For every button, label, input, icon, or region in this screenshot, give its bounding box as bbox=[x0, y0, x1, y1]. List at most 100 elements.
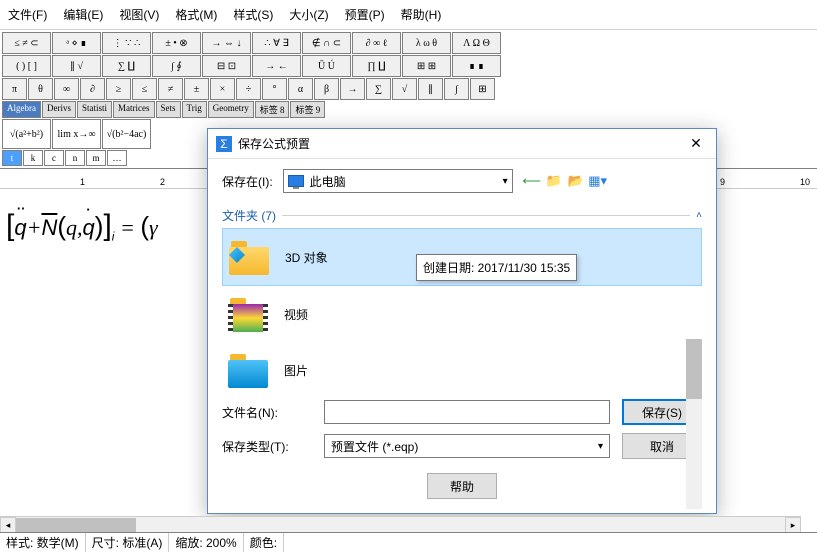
menu-edit[interactable]: 编辑(E) bbox=[55, 4, 111, 25]
sym-frac[interactable]: ∥ bbox=[418, 78, 443, 100]
new-folder-icon[interactable]: 📂 bbox=[567, 172, 585, 190]
menu-help[interactable]: 帮助(H) bbox=[393, 4, 450, 25]
palette-fractions[interactable]: ∥ √ bbox=[52, 55, 101, 77]
palette-row-3: π θ ∞ ∂ ≥ ≤ ≠ ± × ÷ ° α β → ∑ √ ∥ ∫ ⊞ bbox=[2, 78, 815, 100]
menu-view[interactable]: 视图(V) bbox=[111, 4, 167, 25]
tab-trig[interactable]: Trig bbox=[182, 101, 207, 118]
ruler-mark: 10 bbox=[800, 177, 810, 187]
palette-greek-lower[interactable]: λ ω θ bbox=[402, 32, 451, 54]
sym-partial[interactable]: ∂ bbox=[80, 78, 105, 100]
back-icon[interactable]: ⟵ bbox=[523, 172, 541, 190]
sym-alpha[interactable]: α bbox=[288, 78, 313, 100]
palette-fences[interactable]: ( ) [ ] bbox=[2, 55, 51, 77]
sym-theta[interactable]: θ bbox=[28, 78, 53, 100]
scroll-right-icon[interactable]: ▸ bbox=[785, 517, 801, 533]
scroll-track[interactable] bbox=[16, 517, 785, 532]
menu-size[interactable]: 大小(Z) bbox=[281, 4, 336, 25]
mini-more[interactable]: … bbox=[107, 150, 127, 166]
help-button[interactable]: 帮助 bbox=[427, 473, 497, 499]
mini-t[interactable]: t bbox=[2, 150, 22, 166]
tab-stats[interactable]: Statisti bbox=[77, 101, 112, 118]
tmpl-lim[interactable]: lim x→∞ bbox=[52, 119, 101, 149]
palette-accents[interactable]: Ū Ú bbox=[302, 55, 351, 77]
mini-m[interactable]: m bbox=[86, 150, 106, 166]
sym-arrow[interactable]: → bbox=[340, 78, 365, 100]
menu-file[interactable]: 文件(F) bbox=[0, 4, 55, 25]
menu-presets[interactable]: 预置(P) bbox=[337, 4, 393, 25]
tab-8[interactable]: 标签 8 bbox=[255, 101, 290, 118]
palette-logic[interactable]: ∴ ∀ ∃ bbox=[252, 32, 301, 54]
status-color[interactable]: 颜色: bbox=[244, 533, 284, 552]
palette-matrices[interactable]: ⊞ ⊞ bbox=[402, 55, 451, 77]
sym-deg[interactable]: ° bbox=[262, 78, 287, 100]
status-size[interactable]: 尺寸: 标准(A) bbox=[86, 533, 170, 552]
palette-greek-upper[interactable]: Λ Ω Θ bbox=[452, 32, 501, 54]
sym-beta[interactable]: β bbox=[314, 78, 339, 100]
sym-pm[interactable]: ± bbox=[184, 78, 209, 100]
location-dropdown[interactable]: 此电脑 ▾ bbox=[283, 169, 513, 193]
palette-products[interactable]: ∏ ∐ bbox=[352, 55, 401, 77]
menu-format[interactable]: 格式(M) bbox=[167, 4, 225, 25]
up-icon[interactable]: 📁 bbox=[545, 172, 563, 190]
location-text: 此电脑 bbox=[310, 173, 346, 190]
sym-ge[interactable]: ≥ bbox=[106, 78, 131, 100]
dialog-toolbar: 保存在(I): 此电脑 ▾ ⟵ 📁 📂 ▦▾ bbox=[208, 159, 716, 203]
palette-dots[interactable]: ⋮ ∵ ∴ bbox=[102, 32, 151, 54]
sym-sqrt[interactable]: √ bbox=[392, 78, 417, 100]
palette-arrows[interactable]: → ⇔ ↓ bbox=[202, 32, 251, 54]
mini-n[interactable]: n bbox=[65, 150, 85, 166]
palette-arrows2[interactable]: → ← bbox=[252, 55, 301, 77]
mini-c[interactable]: c bbox=[44, 150, 64, 166]
sym-infty[interactable]: ∞ bbox=[54, 78, 79, 100]
scroll-left-icon[interactable]: ◂ bbox=[0, 517, 16, 533]
filetype-label: 保存类型(T): bbox=[222, 438, 312, 455]
sym-sum[interactable]: ∑ bbox=[366, 78, 391, 100]
tab-matrices[interactable]: Matrices bbox=[113, 101, 155, 118]
palette-relations[interactable]: ≤ ≠ ⊂ bbox=[2, 32, 51, 54]
palette-operators[interactable]: ± • ⊗ bbox=[152, 32, 201, 54]
tooltip: 创建日期: 2017/11/30 15:35 bbox=[416, 254, 577, 281]
palette-spaces[interactable]: ᵃ ⋄ ∎ bbox=[52, 32, 101, 54]
sym-times[interactable]: × bbox=[210, 78, 235, 100]
sym-le[interactable]: ≤ bbox=[132, 78, 157, 100]
palette-set[interactable]: ∉ ∩ ⊂ bbox=[302, 32, 351, 54]
vertical-scrollbar[interactable] bbox=[686, 339, 702, 509]
view-menu-icon[interactable]: ▦▾ bbox=[589, 172, 607, 190]
tab-derivs[interactable]: Derivs bbox=[42, 101, 76, 118]
palette-integrals[interactable]: ∫ ∮ bbox=[152, 55, 201, 77]
filename-input[interactable] bbox=[324, 400, 610, 424]
scrollbar-thumb[interactable] bbox=[686, 339, 702, 399]
folder-item-videos[interactable]: 视频 bbox=[222, 286, 702, 342]
sigma-icon: Σ bbox=[216, 136, 232, 152]
scroll-thumb[interactable] bbox=[16, 518, 136, 532]
sym-ne[interactable]: ≠ bbox=[158, 78, 183, 100]
tab-sets[interactable]: Sets bbox=[156, 101, 181, 118]
tab-geometry[interactable]: Geometry bbox=[208, 101, 254, 118]
equation: [q+N(q,q)]i = (γ bbox=[6, 209, 158, 243]
folder-item-pictures[interactable]: 图片 bbox=[222, 342, 702, 391]
filename-label: 文件名(N): bbox=[222, 404, 312, 421]
folder-group-header[interactable]: 文件夹 (7) ˄ bbox=[222, 203, 702, 228]
close-button[interactable]: ✕ bbox=[684, 132, 708, 156]
status-zoom[interactable]: 缩放: 200% bbox=[169, 533, 243, 552]
dialog-titlebar: Σ 保存公式预置 ✕ bbox=[208, 129, 716, 159]
tmpl-sqrt-ab[interactable]: √(a²+b²) bbox=[2, 119, 51, 149]
horizontal-scrollbar[interactable]: ◂ ▸ bbox=[0, 516, 801, 532]
palette-bars[interactable]: ⊟ ⊡ bbox=[202, 55, 251, 77]
menu-style[interactable]: 样式(S) bbox=[225, 4, 281, 25]
mini-k[interactable]: k bbox=[23, 150, 43, 166]
filetype-dropdown[interactable]: 预置文件 (*.eqp) ▾ bbox=[324, 434, 610, 458]
tab-9[interactable]: 标签 9 bbox=[290, 101, 325, 118]
sym-int[interactable]: ∫ bbox=[444, 78, 469, 100]
sym-div[interactable]: ÷ bbox=[236, 78, 261, 100]
palette-misc[interactable]: ∂ ∞ ℓ bbox=[352, 32, 401, 54]
palette-boxes[interactable]: ∎ ∎ bbox=[452, 55, 501, 77]
file-list: 文件夹 (7) ˄ 3D 对象 创建日期: 2017/11/30 15:35 视… bbox=[222, 203, 702, 391]
sym-box[interactable]: ⊞ bbox=[470, 78, 495, 100]
palette-sums[interactable]: ∑ ∐ bbox=[102, 55, 151, 77]
status-style[interactable]: 样式: 数学(M) bbox=[0, 533, 86, 552]
tmpl-quadratic[interactable]: √(b²−4ac) bbox=[102, 119, 151, 149]
tab-algebra[interactable]: Algebra bbox=[2, 101, 41, 118]
save-in-label: 保存在(I): bbox=[222, 173, 273, 190]
sym-pi[interactable]: π bbox=[2, 78, 27, 100]
